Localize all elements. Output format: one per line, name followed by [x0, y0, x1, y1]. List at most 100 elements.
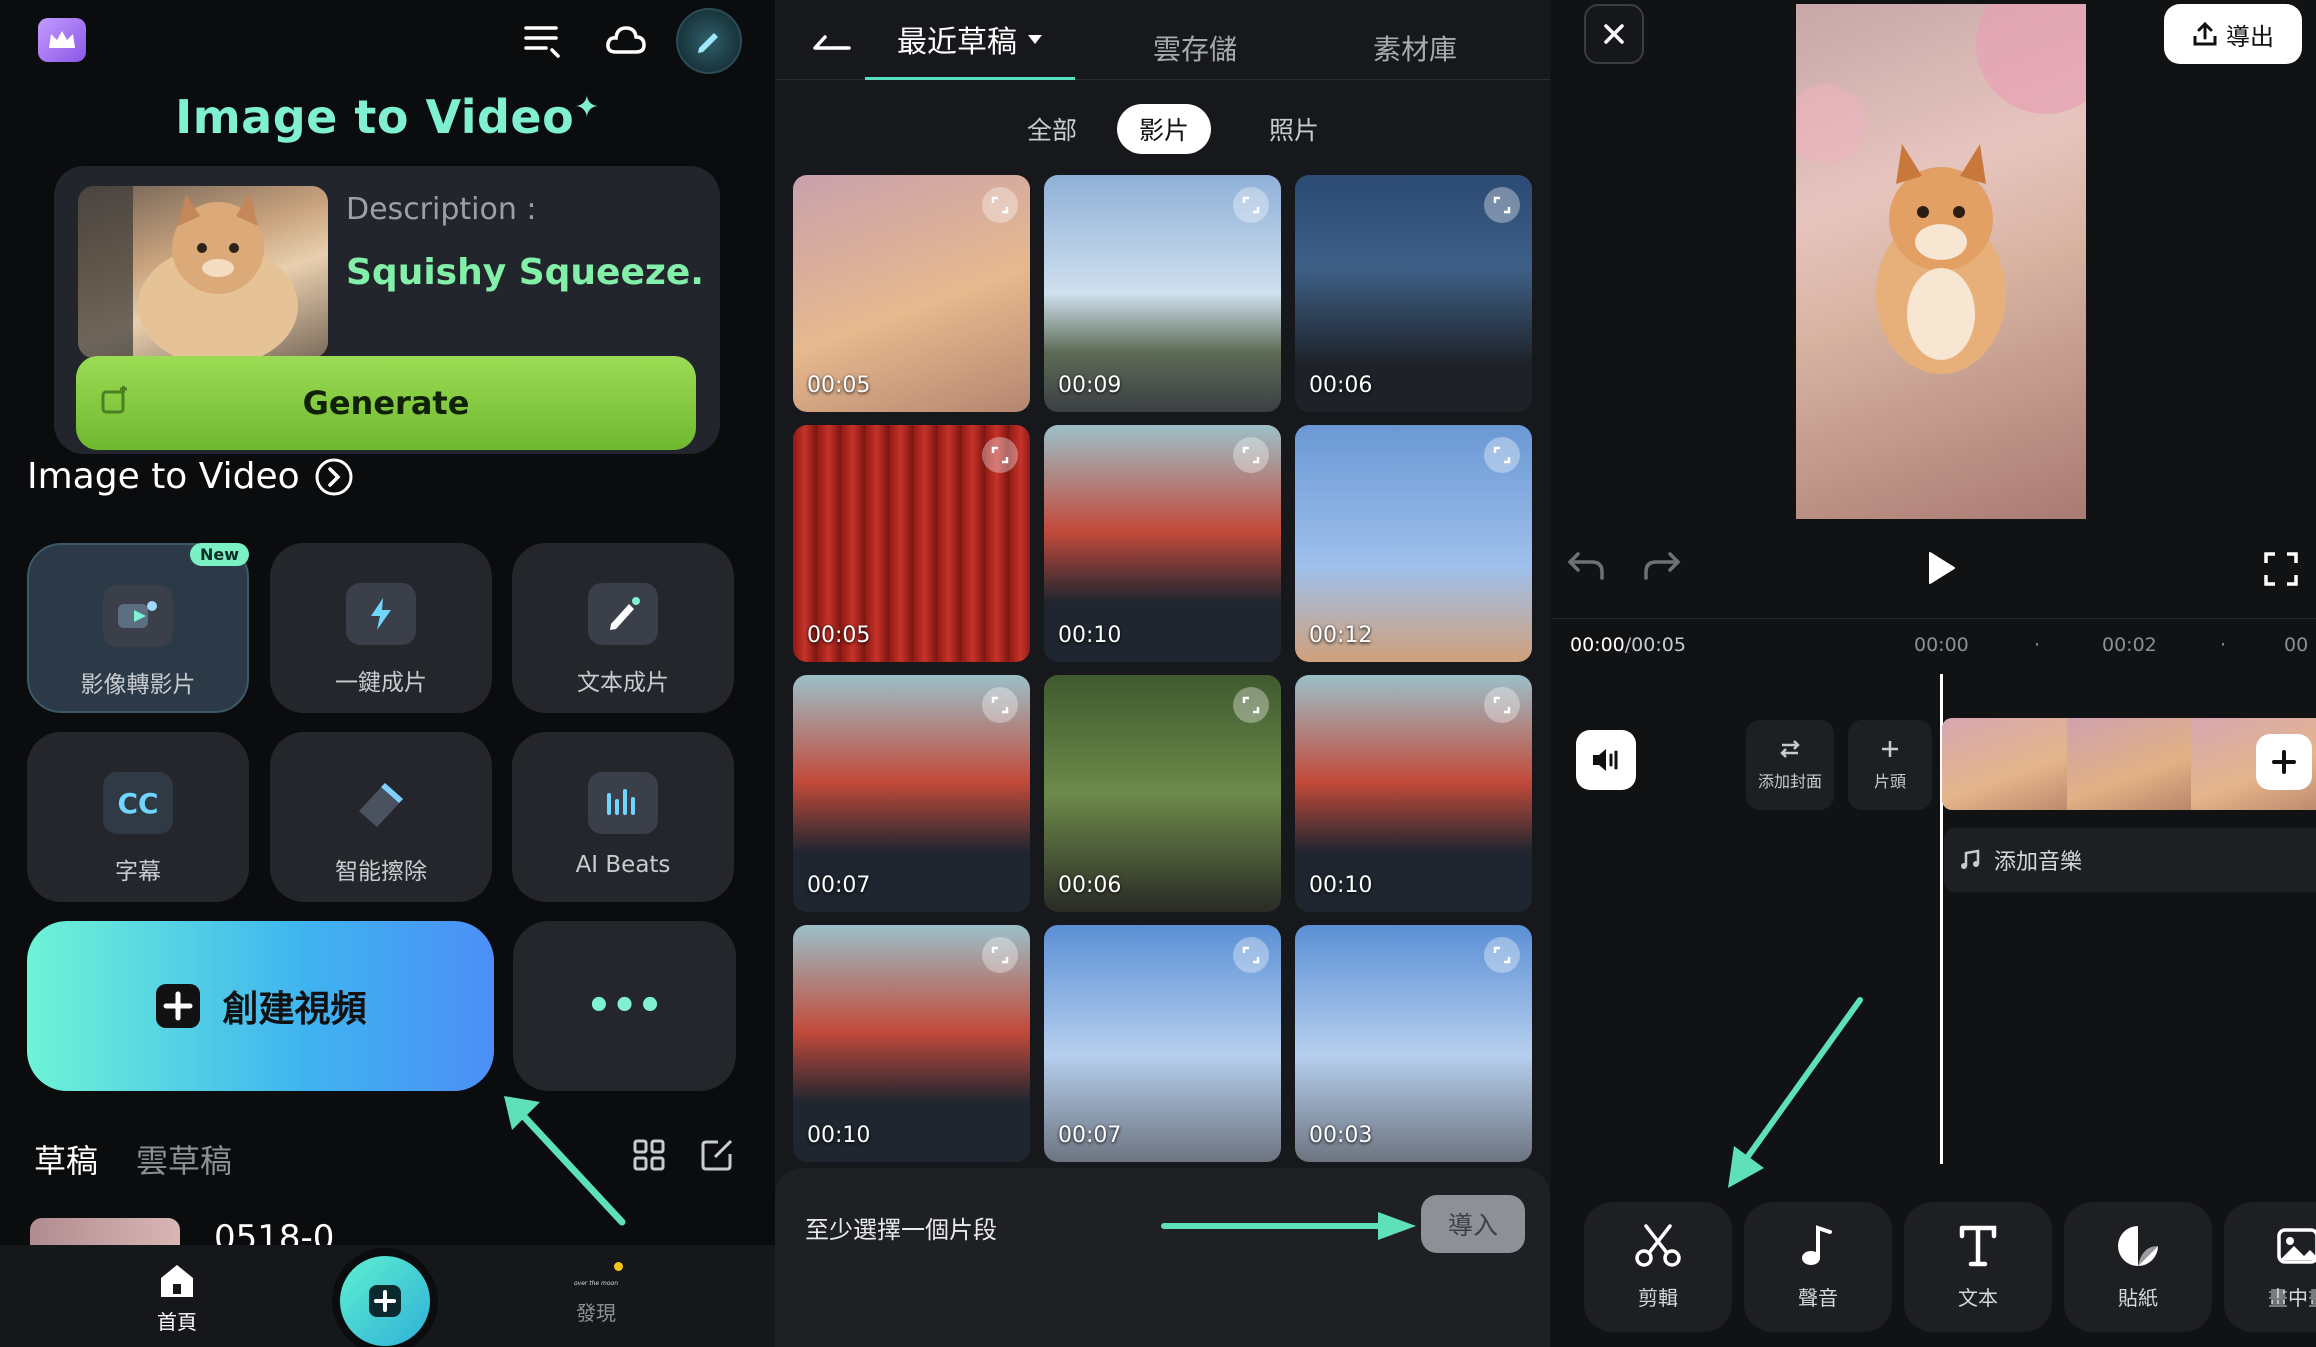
- crown-icon[interactable]: [38, 18, 86, 62]
- expand-icon[interactable]: [1233, 687, 1269, 723]
- media-thumbnail[interactable]: 00:07: [793, 675, 1030, 912]
- edit-prompt-icon: [100, 386, 130, 416]
- tab-material-library[interactable]: 素材庫: [1373, 28, 1457, 68]
- tool-label: 智能擦除: [335, 859, 427, 885]
- ruler-tick: 00: [2284, 634, 2309, 656]
- tab-cloud-storage[interactable]: 雲存儲: [1153, 28, 1237, 68]
- grid-view-icon[interactable]: [632, 1138, 666, 1172]
- image-to-video-icon: [103, 585, 173, 647]
- tool-pip[interactable]: 畫中畫: [2224, 1202, 2316, 1332]
- tool-sticker[interactable]: 貼紙: [2064, 1202, 2212, 1332]
- add-cover-button[interactable]: 添加封面: [1746, 720, 1834, 810]
- media-thumbnail[interactable]: 00:06: [1044, 675, 1281, 912]
- import-label: 導入: [1447, 1211, 1498, 1240]
- undo-icon[interactable]: [1566, 548, 1606, 582]
- nav-home[interactable]: 首頁: [150, 1262, 204, 1335]
- cloud-icon[interactable]: [604, 20, 648, 60]
- back-icon[interactable]: [811, 34, 851, 56]
- close-button[interactable]: [1584, 4, 1644, 64]
- import-button[interactable]: 導入: [1421, 1195, 1525, 1253]
- media-thumbnail[interactable]: 00:10: [1295, 675, 1532, 912]
- add-music-track[interactable]: 添加音樂: [1944, 828, 2316, 892]
- more-label: •••: [586, 983, 663, 1029]
- add-clip-button[interactable]: [2256, 734, 2312, 790]
- expand-icon[interactable]: [1484, 687, 1520, 723]
- tool-image-to-video[interactable]: New 影像轉影片: [27, 543, 249, 713]
- media-thumbnail[interactable]: 00:05: [793, 175, 1030, 412]
- tool-label: 文本: [1958, 1285, 1998, 1310]
- expand-icon[interactable]: [1484, 187, 1520, 223]
- expand-icon[interactable]: [982, 437, 1018, 473]
- media-thumbnail[interactable]: 00:10: [793, 925, 1030, 1162]
- generate-button[interactable]: Generate: [76, 356, 696, 450]
- mute-button[interactable]: [1576, 730, 1636, 790]
- media-thumbnail[interactable]: 00:05: [793, 425, 1030, 662]
- music-note-icon: [1961, 849, 1980, 869]
- music-note-icon: [1802, 1224, 1832, 1265]
- home-panel: Image to Video✦ Description : Squishy Sq…: [0, 0, 775, 1347]
- add-fab-button[interactable]: [332, 1248, 438, 1347]
- music-beats-icon: [588, 772, 658, 834]
- clip-duration: 00:06: [1058, 873, 1122, 898]
- more-button[interactable]: •••: [513, 921, 736, 1091]
- expand-icon[interactable]: [982, 187, 1018, 223]
- eraser-icon: [346, 772, 416, 834]
- expand-icon[interactable]: [982, 687, 1018, 723]
- tab-cloud-drafts[interactable]: 雲草稿: [136, 1136, 232, 1182]
- create-video-button[interactable]: 創建視頻: [27, 921, 494, 1091]
- filter-all[interactable]: 全部: [1005, 104, 1099, 154]
- tool-label: 畫中畫: [2268, 1285, 2316, 1310]
- media-thumbnail[interactable]: 00:12: [1295, 425, 1532, 662]
- media-thumbnail[interactable]: 00:06: [1295, 175, 1532, 412]
- section-header[interactable]: Image to Video: [27, 456, 354, 497]
- create-video-label: 創建視頻: [222, 989, 367, 1030]
- redo-icon[interactable]: [1642, 548, 1682, 582]
- add-cover-label: 添加封面: [1757, 772, 1822, 791]
- nav-discover[interactable]: over the moon 發現: [566, 1262, 626, 1326]
- edit-icon[interactable]: [700, 1136, 736, 1172]
- expand-icon[interactable]: [1233, 187, 1269, 223]
- media-thumbnail[interactable]: 00:10: [1044, 425, 1281, 662]
- play-icon[interactable]: [1926, 550, 1956, 586]
- plus-icon: [2272, 750, 2296, 774]
- tool-ai-beats[interactable]: AI Beats: [512, 732, 734, 902]
- task-list-icon[interactable]: [522, 20, 564, 60]
- cat-image: [78, 186, 328, 358]
- ruler-tick: 00:00: [1914, 634, 1969, 656]
- fullscreen-icon[interactable]: [2264, 552, 2298, 586]
- tool-smart-erase[interactable]: 智能擦除: [270, 732, 492, 902]
- filter-video[interactable]: 影片: [1117, 104, 1212, 154]
- tool-one-click[interactable]: 一鍵成片: [270, 543, 492, 713]
- tool-text-to-video[interactable]: 文本成片: [512, 543, 734, 713]
- tool-text[interactable]: 文本: [1904, 1202, 2052, 1332]
- export-button[interactable]: 導出: [2164, 4, 2302, 64]
- tool-audio[interactable]: 聲音: [1744, 1202, 1892, 1332]
- expand-icon[interactable]: [1484, 937, 1520, 973]
- close-icon: [1604, 24, 1624, 44]
- avatar[interactable]: [676, 8, 742, 74]
- tool-subtitles[interactable]: CC 字幕: [27, 732, 249, 902]
- draft-tabs: 草稿 雲草稿: [34, 1136, 232, 1182]
- new-badge: New: [189, 543, 249, 566]
- filter-photo[interactable]: 照片: [1247, 104, 1341, 154]
- tool-cut[interactable]: 剪輯: [1584, 1202, 1732, 1332]
- add-intro-button[interactable]: 片頭: [1848, 720, 1932, 810]
- tab-drafts[interactable]: 草稿: [34, 1136, 98, 1182]
- tab-recent-drafts[interactable]: 最近草稿: [865, 0, 1075, 80]
- media-thumbnail[interactable]: 00:07: [1044, 925, 1281, 1162]
- media-thumbnail[interactable]: 00:09: [1044, 175, 1281, 412]
- section-title: Image to Video: [27, 456, 300, 497]
- expand-icon[interactable]: [982, 937, 1018, 973]
- export-label: 導出: [2226, 22, 2274, 51]
- add-intro-label: 片頭: [1873, 772, 1906, 791]
- lightning-icon: [346, 583, 416, 645]
- expand-icon[interactable]: [1484, 437, 1520, 473]
- expand-icon[interactable]: [1233, 437, 1269, 473]
- video-preview: [1796, 4, 2086, 519]
- ruler-dot: ·: [2220, 634, 2227, 656]
- expand-icon[interactable]: [1233, 937, 1269, 973]
- tool-label: 字幕: [115, 859, 161, 885]
- cc-icon: CC: [103, 772, 173, 834]
- media-thumbnail[interactable]: 00:03: [1295, 925, 1532, 1162]
- guide-arrow-icon: [1161, 1212, 1416, 1240]
